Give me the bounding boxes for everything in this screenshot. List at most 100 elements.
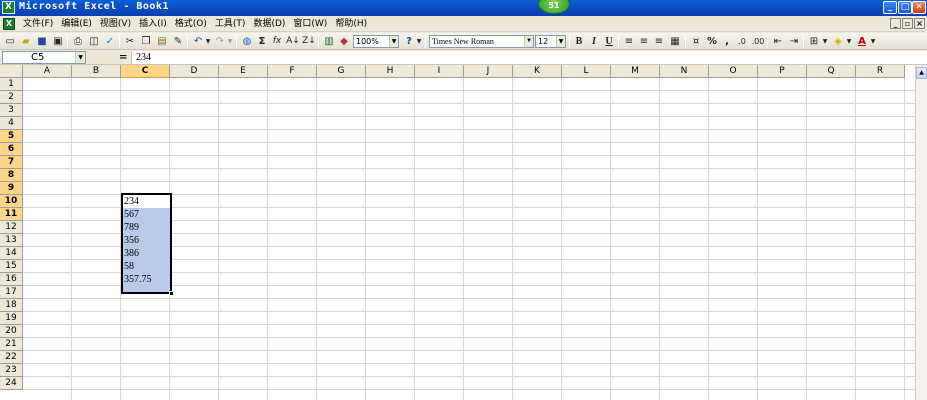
redo-icon[interactable]: ↷: [213, 34, 227, 49]
row-header[interactable]: 4: [0, 117, 23, 130]
new-file-icon[interactable]: ▭: [3, 34, 17, 49]
row-header[interactable]: 1: [0, 78, 23, 91]
scroll-up-icon[interactable]: ▲: [916, 67, 927, 79]
minimize-button[interactable]: _: [883, 1, 897, 14]
row-header[interactable]: 19: [0, 312, 23, 325]
increase-decimal-icon[interactable]: .0: [735, 34, 749, 49]
paste-icon[interactable]: ▤: [155, 34, 169, 49]
align-right-icon[interactable]: ≡: [652, 34, 666, 49]
row-header[interactable]: 5: [0, 130, 23, 143]
font-color-dropdown-icon[interactable]: ▼: [869, 34, 877, 49]
decrease-decimal-icon[interactable]: .00: [751, 34, 765, 49]
sort-ascending-icon[interactable]: A↓: [286, 34, 300, 49]
row-header[interactable]: 21: [0, 338, 23, 351]
formula-input[interactable]: 234: [131, 51, 927, 64]
menu-window[interactable]: 窗口(W): [289, 18, 331, 30]
column-header[interactable]: N: [660, 65, 709, 78]
row-header[interactable]: 24: [0, 377, 23, 390]
fill-handle[interactable]: [169, 291, 174, 296]
help-icon[interactable]: ?: [402, 34, 416, 49]
column-header[interactable]: B: [72, 65, 121, 78]
name-box[interactable]: C5 ▼: [2, 51, 86, 64]
undo-icon[interactable]: ↶: [191, 34, 205, 49]
column-header[interactable]: R: [856, 65, 905, 78]
cell-c7[interactable]: 789: [124, 221, 170, 234]
open-folder-icon[interactable]: ▰: [19, 34, 33, 49]
chevron-down-icon[interactable]: ▼: [389, 36, 398, 47]
print-preview-icon[interactable]: ◫: [87, 34, 101, 49]
column-header[interactable]: L: [562, 65, 611, 78]
excel-icon[interactable]: X: [3, 18, 15, 30]
save-icon[interactable]: ■: [35, 34, 49, 49]
sort-descending-icon[interactable]: Z↓: [302, 34, 316, 49]
row-header[interactable]: 8: [0, 169, 23, 182]
percent-style-button[interactable]: %: [705, 34, 719, 49]
spelling-icon[interactable]: ✓: [103, 34, 117, 49]
cell-c8[interactable]: 356: [124, 234, 170, 247]
menu-edit[interactable]: 编辑(E): [57, 18, 96, 30]
maximize-button[interactable]: □: [898, 1, 912, 14]
row-header[interactable]: 23: [0, 364, 23, 377]
font-name-select[interactable]: Times New Roman ▼: [429, 35, 534, 48]
bold-button[interactable]: B: [572, 34, 586, 49]
column-header[interactable]: J: [464, 65, 513, 78]
redo-dropdown-icon[interactable]: ▼: [226, 34, 234, 49]
row-header[interactable]: 22: [0, 351, 23, 364]
cell-c10[interactable]: 58: [124, 260, 170, 273]
comma-style-button[interactable]: ,: [720, 34, 734, 49]
borders-icon[interactable]: ⊞: [807, 34, 821, 49]
vertical-scrollbar[interactable]: ▲: [915, 65, 927, 400]
cell-c6[interactable]: 567: [124, 208, 170, 221]
drawing-icon[interactable]: ◆: [337, 34, 351, 49]
italic-button[interactable]: I: [587, 34, 601, 49]
column-header[interactable]: C: [121, 65, 170, 78]
font-color-icon[interactable]: A: [855, 34, 869, 49]
column-header[interactable]: A: [23, 65, 72, 78]
row-header[interactable]: 13: [0, 234, 23, 247]
column-header[interactable]: F: [268, 65, 317, 78]
menu-help[interactable]: 帮助(H): [331, 18, 371, 30]
row-header[interactable]: 11: [0, 208, 23, 221]
doc-minimize-button[interactable]: _: [890, 18, 901, 29]
print-icon[interactable]: ⎙: [71, 34, 85, 49]
row-header[interactable]: 12: [0, 221, 23, 234]
column-header[interactable]: K: [513, 65, 562, 78]
excel-icon[interactable]: X: [2, 1, 15, 14]
row-header[interactable]: 10: [0, 195, 23, 208]
doc-restore-button[interactable]: ▫: [902, 18, 913, 29]
copy-icon[interactable]: ❐: [139, 34, 153, 49]
row-header[interactable]: 18: [0, 299, 23, 312]
row-header[interactable]: 2: [0, 91, 23, 104]
column-header[interactable]: G: [317, 65, 366, 78]
undo-dropdown-icon[interactable]: ▼: [204, 34, 212, 49]
increase-indent-icon[interactable]: ⇥: [787, 34, 801, 49]
worksheet-grid[interactable]: ABCDEFGHIJKLMNOPQR 1 2 3 4 5 6 7 8 9 10 11 12 13 14 15…: [0, 65, 927, 400]
format-painter-icon[interactable]: ✎: [171, 34, 185, 49]
hyperlink-icon[interactable]: ◍: [240, 34, 254, 49]
chevron-down-icon[interactable]: ▼: [556, 36, 565, 47]
font-size-select[interactable]: 12 ▼: [535, 35, 566, 48]
cell-area[interactable]: 234 567 789 356 386 58 357.75: [23, 78, 915, 400]
cell-c5[interactable]: 234: [124, 195, 170, 208]
align-left-icon[interactable]: ≡: [622, 34, 636, 49]
chart-wizard-icon[interactable]: ▥: [322, 34, 336, 49]
row-header[interactable]: 3: [0, 104, 23, 117]
help-dropdown-icon[interactable]: ▼: [415, 34, 423, 49]
select-all-corner[interactable]: [0, 65, 23, 78]
chevron-down-icon[interactable]: ▼: [75, 52, 85, 63]
menu-insert[interactable]: 插入(I): [135, 18, 171, 30]
column-header[interactable]: H: [366, 65, 415, 78]
cell-c11[interactable]: 357.75: [124, 273, 170, 286]
column-header[interactable]: E: [219, 65, 268, 78]
row-header[interactable]: 7: [0, 156, 23, 169]
borders-dropdown-icon[interactable]: ▼: [821, 34, 829, 49]
merge-center-icon[interactable]: ▦: [668, 34, 682, 49]
menu-data[interactable]: 数据(D): [249, 18, 289, 30]
column-header[interactable]: O: [709, 65, 758, 78]
row-header[interactable]: 20: [0, 325, 23, 338]
row-header[interactable]: 6: [0, 143, 23, 156]
autosum-icon[interactable]: Σ: [255, 34, 269, 49]
row-header[interactable]: 15: [0, 260, 23, 273]
doc-close-button[interactable]: ×: [914, 18, 925, 29]
column-header[interactable]: M: [611, 65, 660, 78]
